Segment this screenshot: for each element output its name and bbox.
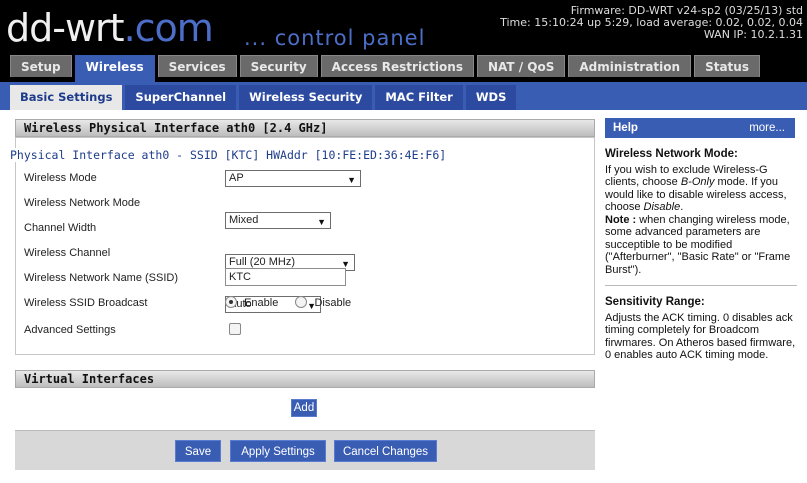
tab-security[interactable]: Security bbox=[239, 55, 318, 77]
help-text-em: B-Only bbox=[680, 176, 715, 188]
cancel-changes-button[interactable]: Cancel Changes bbox=[334, 440, 437, 462]
apply-settings-button[interactable]: Apply Settings bbox=[230, 440, 326, 462]
status-info: Firmware: DD-WRT v24-sp2 (03/25/13) std … bbox=[500, 5, 803, 41]
logo-com: .com bbox=[123, 6, 214, 50]
logo-main: dd-wrt bbox=[6, 6, 125, 50]
channel-width-value: Full (20 MHz) bbox=[229, 256, 296, 268]
tab-services[interactable]: Services bbox=[157, 55, 237, 77]
main-tabs: Setup Wireless Services Security Access … bbox=[0, 55, 807, 82]
tab-setup[interactable]: Setup bbox=[10, 55, 72, 77]
ssid-broadcast-label: Wireless SSID Broadcast bbox=[24, 297, 148, 309]
subtab-wireless-security[interactable]: Wireless Security bbox=[239, 85, 373, 110]
channel-width-label: Channel Width bbox=[24, 222, 97, 234]
help-text-em: Disable bbox=[643, 201, 681, 213]
help-sensitivity-text: Adjusts the ACK timing. 0 disables ack t… bbox=[605, 311, 796, 362]
tab-access-restrictions[interactable]: Access Restrictions bbox=[320, 55, 474, 77]
subtab-superchannel[interactable]: SuperChannel bbox=[125, 85, 237, 110]
network-mode-select[interactable]: Mixed ▼ bbox=[225, 212, 331, 229]
advanced-settings-label: Advanced Settings bbox=[24, 324, 116, 336]
tab-nat-qos[interactable]: NAT / QoS bbox=[476, 55, 566, 77]
advanced-settings-checkbox-wrap bbox=[229, 323, 241, 338]
help-sensitivity-heading: Sensitivity Range: bbox=[605, 296, 705, 308]
broadcast-disable-label: Disable bbox=[314, 297, 352, 309]
tab-status[interactable]: Status bbox=[694, 55, 760, 77]
network-mode-value: Mixed bbox=[229, 214, 259, 226]
wireless-mode-label: Wireless Mode bbox=[24, 172, 97, 184]
save-button[interactable]: Save bbox=[175, 440, 221, 462]
wan-ip-text: WAN IP: 10.2.1.31 bbox=[703, 28, 803, 41]
wireless-mode-value: AP bbox=[229, 172, 244, 184]
help-body: Wireless Network Mode: If you wish to ex… bbox=[605, 148, 797, 362]
chevron-down-icon: ▼ bbox=[347, 175, 356, 185]
help-more-link[interactable]: more... bbox=[749, 118, 785, 138]
subtab-wds[interactable]: WDS bbox=[465, 85, 517, 110]
section-title-physical: Wireless Physical Interface ath0 [2.4 GH… bbox=[15, 119, 595, 137]
interface-title: Physical Interface ath0 - SSID [KTC] HWA… bbox=[8, 148, 449, 162]
ssid-broadcast-options: Enable Disable bbox=[225, 296, 351, 309]
wireless-mode-select[interactable]: AP ▼ bbox=[225, 170, 361, 187]
help-text-part: . bbox=[680, 201, 684, 213]
network-mode-label: Wireless Network Mode bbox=[24, 197, 141, 209]
help-note-label: Note : bbox=[605, 213, 637, 226]
logo: dd-wrt.com bbox=[6, 6, 214, 50]
subtab-mac-filter[interactable]: MAC Filter bbox=[375, 85, 463, 110]
header: dd-wrt.com ... control panel Firmware: D… bbox=[0, 0, 807, 82]
add-virtual-interface-button[interactable]: Add bbox=[291, 399, 317, 417]
advanced-settings-checkbox[interactable] bbox=[229, 323, 241, 335]
wireless-channel-label: Wireless Channel bbox=[24, 247, 111, 259]
tab-wireless[interactable]: Wireless bbox=[74, 55, 155, 82]
broadcast-disable-radio[interactable] bbox=[295, 296, 308, 308]
help-title: Help bbox=[613, 122, 638, 134]
ssid-label: Wireless Network Name (SSID) bbox=[24, 272, 179, 284]
section-title-virtual: Virtual Interfaces bbox=[15, 370, 595, 388]
help-divider bbox=[605, 285, 797, 286]
sub-tabs: Basic Settings SuperChannel Wireless Sec… bbox=[0, 82, 807, 110]
help-header: Help more... bbox=[605, 118, 795, 138]
ssid-input[interactable]: KTC bbox=[225, 268, 346, 286]
control-panel-subtitle: ... control panel bbox=[244, 26, 426, 50]
broadcast-enable-label: Enable bbox=[244, 297, 279, 309]
subtab-basic-settings[interactable]: Basic Settings bbox=[10, 85, 123, 110]
help-network-mode-text: If you wish to exclude Wireless-G client… bbox=[605, 164, 797, 277]
tab-administration[interactable]: Administration bbox=[568, 55, 692, 77]
broadcast-enable-radio[interactable] bbox=[225, 296, 237, 308]
chevron-down-icon: ▼ bbox=[317, 217, 326, 227]
help-network-mode-heading: Wireless Network Mode: bbox=[605, 148, 738, 160]
